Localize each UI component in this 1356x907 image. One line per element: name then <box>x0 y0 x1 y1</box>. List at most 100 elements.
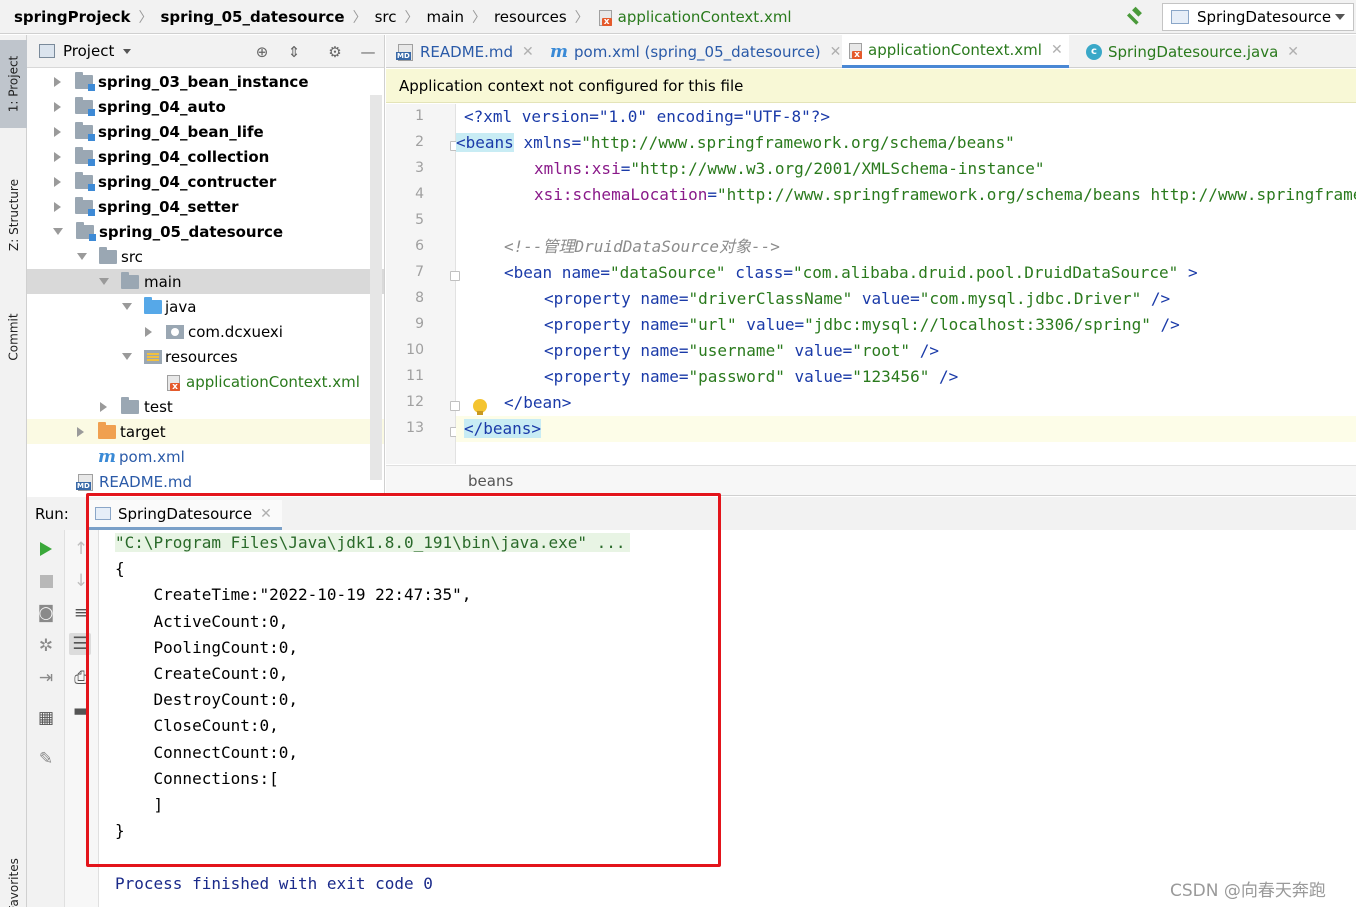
xml-file-icon <box>165 374 181 391</box>
tree-item-label: spring_04_collection <box>98 147 270 166</box>
breadcrumb-module[interactable]: spring_05_datesource <box>161 8 345 26</box>
soft-wrap-icon[interactable]: ≡ <box>70 602 92 624</box>
line-number: 6 <box>415 238 424 254</box>
expand-arrow-icon[interactable] <box>54 76 61 87</box>
tab-readme[interactable]: README.md ✕ <box>396 35 534 68</box>
breadcrumb-src[interactable]: src <box>375 8 397 26</box>
trash-icon[interactable]: ▬ <box>70 700 92 722</box>
expand-arrow-icon[interactable] <box>145 326 152 337</box>
breadcrumb-project[interactable]: springProjeck <box>14 8 131 26</box>
close-icon[interactable]: ✕ <box>830 44 842 60</box>
package-icon <box>166 324 184 339</box>
tree-item-module[interactable]: spring_04_auto <box>27 94 384 119</box>
debug-icon[interactable]: ✲ <box>35 635 57 657</box>
tree-item-source-folder[interactable]: java <box>27 294 384 319</box>
tree-item-folder[interactable]: test <box>27 394 384 419</box>
tree-item-resources-folder[interactable]: resources <box>27 344 384 369</box>
folder-icon <box>99 246 117 264</box>
navigation-bar: springProjeck 〉 spring_05_datesource 〉 s… <box>0 0 1356 34</box>
console-line: } <box>115 821 125 840</box>
close-icon[interactable]: ✕ <box>1051 42 1063 58</box>
arrow-down-icon[interactable]: ↓ <box>70 570 92 592</box>
stop-button[interactable] <box>35 570 57 592</box>
build-hammer-icon[interactable] <box>1124 6 1146 28</box>
print-icon[interactable]: ⎙ <box>70 667 92 689</box>
xml-namespace-attribute: xmlns:xsi <box>534 159 621 178</box>
tool-tab-structure[interactable]: Z: Structure <box>0 145 27 285</box>
expand-arrow-icon[interactable] <box>77 426 84 437</box>
import-icon[interactable]: ⇥ <box>35 667 57 689</box>
scrollbar[interactable] <box>370 95 382 480</box>
expand-arrow-icon[interactable] <box>54 101 61 112</box>
tree-item-file[interactable]: applicationContext.xml <box>27 369 384 394</box>
expand-arrow-icon[interactable] <box>54 176 61 187</box>
tree-item-module[interactable]: spring_03_bean_instance <box>27 69 384 94</box>
tab-application-context[interactable]: applicationContext.xml ✕ <box>842 35 1069 68</box>
tree-item-module[interactable]: spring_04_contructer <box>27 169 384 194</box>
layout-icon[interactable]: ▦ <box>35 707 57 729</box>
line-number: 5 <box>415 212 424 228</box>
close-icon[interactable]: ✕ <box>260 506 272 522</box>
hide-panel-icon[interactable]: — <box>359 43 377 61</box>
rerun-icon[interactable] <box>35 538 57 560</box>
breadcrumb-file[interactable]: applicationContext.xml <box>597 8 792 26</box>
tree-item-module[interactable]: spring_04_bean_life <box>27 119 384 144</box>
xml-attribute: name= <box>630 289 689 308</box>
tree-item-label: pom.xml <box>119 447 185 466</box>
tree-item-label: main <box>144 272 182 291</box>
tree-item-folder[interactable]: src <box>27 244 384 269</box>
code-line: <beans xmlns="http://www.springframework… <box>456 130 1015 156</box>
arrow-up-icon[interactable]: ↑ <box>70 538 92 560</box>
left-tool-strip: 1: Project Z: Structure Commit 2: Favori… <box>0 35 27 907</box>
tree-item-folder[interactable]: target <box>27 419 384 444</box>
tree-item-module[interactable]: spring_05_datesource <box>27 219 384 244</box>
breadcrumb-resources[interactable]: resources <box>494 8 567 26</box>
expand-arrow-icon[interactable] <box>54 151 61 162</box>
close-icon[interactable]: ✕ <box>522 44 534 60</box>
tool-tab-commit[interactable]: Commit <box>0 297 27 377</box>
tool-tab-favorites[interactable]: 2: Favorites <box>0 847 27 907</box>
xml-attribute: name= <box>630 315 689 334</box>
run-configuration-dropdown[interactable]: SpringDatesource <box>1162 3 1354 31</box>
tree-item-module[interactable]: spring_04_collection <box>27 144 384 169</box>
tree-item-label: target <box>120 422 166 441</box>
tree-item-file[interactable]: README.md <box>27 469 384 494</box>
code-editor[interactable]: <?xml version="1.0" encoding="UTF-8"?> <… <box>456 104 1356 464</box>
collapse-arrow-icon[interactable] <box>99 278 109 285</box>
editor-path-item[interactable]: beans <box>468 472 513 490</box>
locate-target-icon[interactable]: ⊕ <box>253 43 271 61</box>
pin-icon[interactable]: ✎ <box>35 748 57 770</box>
expand-arrow-icon[interactable] <box>100 401 107 412</box>
console-output[interactable]: "C:\Program Files\Java\jdk1.8.0_191\bin\… <box>100 530 1356 907</box>
tree-item-folder[interactable]: main <box>27 269 384 294</box>
tab-pom[interactable]: m pom.xml (spring_05_datesource) ✕ <box>550 35 841 68</box>
tree-item-file[interactable]: m pom.xml <box>27 444 384 469</box>
breadcrumb-main[interactable]: main <box>426 8 463 26</box>
collapse-arrow-icon[interactable] <box>122 303 132 310</box>
run-tab[interactable]: SpringDatesource ✕ <box>87 500 282 530</box>
project-view-selector[interactable]: Project <box>63 42 114 60</box>
expand-arrow-icon[interactable] <box>54 201 61 212</box>
collapse-all-icon[interactable]: ⇕ <box>285 43 303 61</box>
xml-attribute: name= <box>552 263 610 282</box>
console-line: { <box>115 559 125 578</box>
tab-label: README.md <box>420 42 514 61</box>
scroll-to-end-icon[interactable]: ☰ <box>69 633 91 655</box>
camera-icon[interactable]: ◙ <box>35 602 57 624</box>
xml-attribute: xmlns= <box>513 133 582 152</box>
expand-arrow-icon[interactable] <box>54 126 61 137</box>
chevron-down-icon[interactable] <box>123 48 132 54</box>
tree-item-module[interactable]: spring_04_setter <box>27 194 384 219</box>
collapse-arrow-icon[interactable] <box>53 228 63 235</box>
tool-tab-project[interactable]: 1: Project <box>0 40 27 128</box>
tab-spring-datesource-java[interactable]: c SpringDatesource.java ✕ <box>1086 35 1299 68</box>
xml-attribute-value: "username" <box>688 341 785 360</box>
collapse-arrow-icon[interactable] <box>122 353 132 360</box>
module-folder-icon <box>75 196 95 216</box>
gear-icon[interactable]: ⚙ <box>326 43 344 61</box>
collapse-arrow-icon[interactable] <box>77 253 87 260</box>
tree-item-package[interactable]: com.dcxuexi <box>27 319 384 344</box>
close-icon[interactable]: ✕ <box>1287 44 1299 60</box>
tree-item-label: resources <box>165 347 238 366</box>
code-line: <bean name="dataSource" class="com.aliba… <box>504 260 1198 286</box>
